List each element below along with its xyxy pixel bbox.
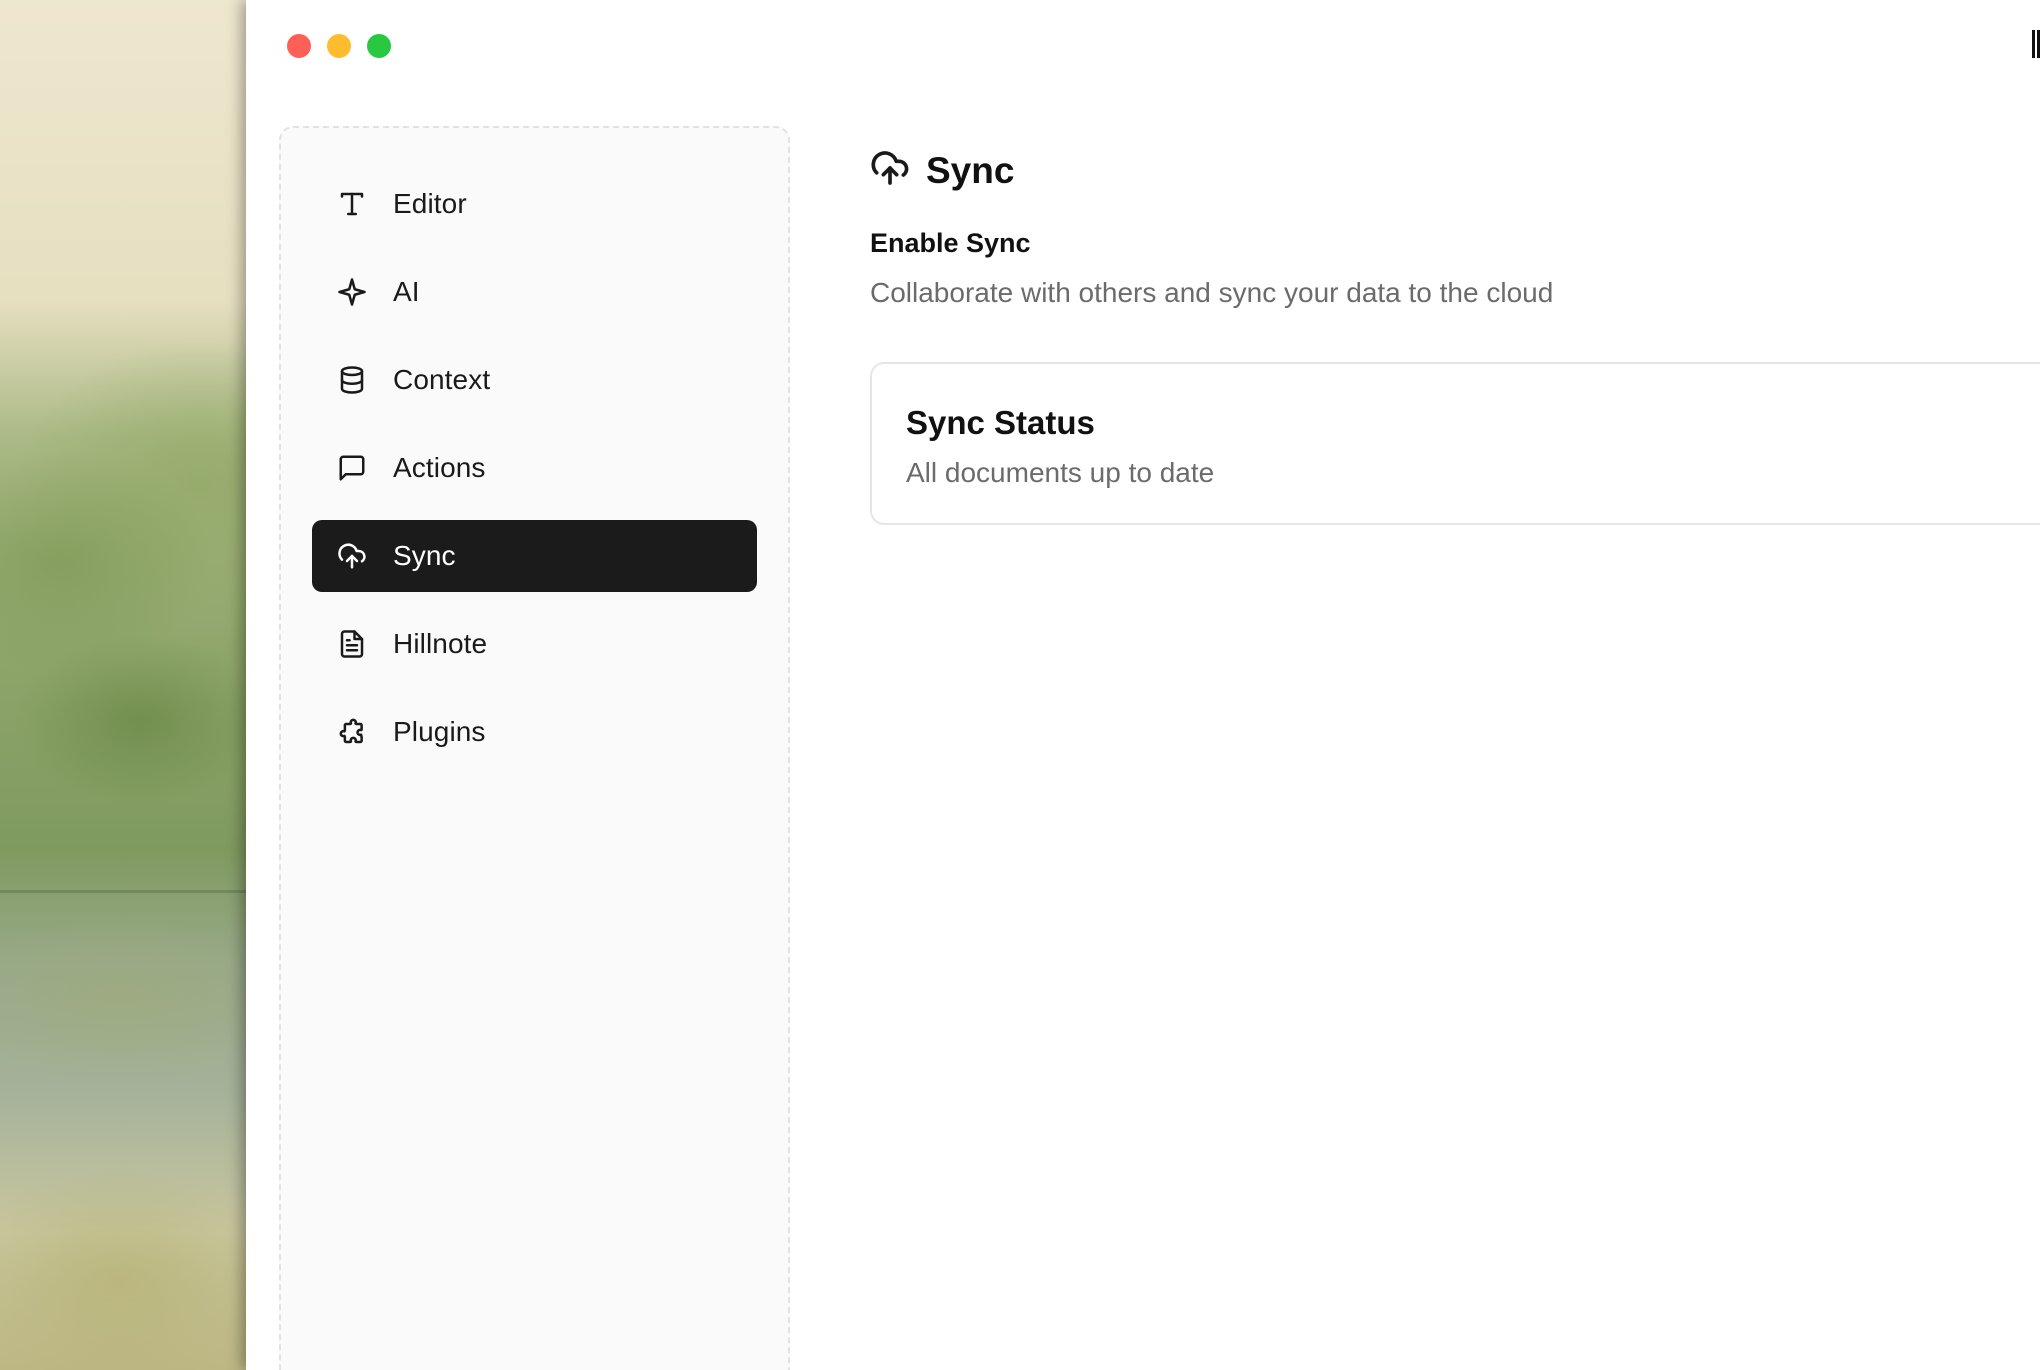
- page-title-text: Sync: [926, 149, 1015, 191]
- close-window-button[interactable]: [287, 34, 311, 58]
- sidebar-item-context[interactable]: Context: [312, 344, 757, 416]
- sidebar-item-plugins[interactable]: Plugins: [312, 696, 757, 768]
- minimize-window-button[interactable]: [327, 34, 351, 58]
- sidebar-item-ai[interactable]: AI: [312, 256, 757, 328]
- page-title: Sync: [870, 148, 1014, 193]
- settings-sidebar: Editor AI Context Actions Sync Hillnote …: [279, 126, 790, 1370]
- sidebar-item-label: Hillnote: [393, 628, 488, 659]
- sparkle-icon: [336, 276, 368, 308]
- message-square-icon: [336, 452, 368, 484]
- text-icon: [336, 188, 368, 220]
- sidebar-item-label: Editor: [393, 188, 467, 219]
- sidebar-item-label: Plugins: [393, 716, 486, 747]
- sync-status-title: Sync Status: [906, 404, 1095, 441]
- sidebar-item-hillnote[interactable]: Hillnote: [312, 608, 757, 680]
- sync-status-card: Sync Status All documents up to date: [870, 362, 2040, 525]
- database-icon: [336, 364, 368, 396]
- file-text-icon: [336, 628, 368, 660]
- sync-status-description: All documents up to date: [906, 457, 1215, 488]
- sidebar-item-editor[interactable]: Editor: [312, 168, 757, 240]
- window-controls: [287, 34, 391, 58]
- sidebar-item-sync[interactable]: Sync: [312, 520, 757, 592]
- puzzle-icon: [336, 716, 368, 748]
- sidebar-item-label: Actions: [393, 452, 486, 483]
- sidebar-item-actions[interactable]: Actions: [312, 432, 757, 504]
- sidebar-item-label: Sync: [393, 540, 456, 571]
- sidebar-item-label: Context: [393, 364, 491, 395]
- zoom-window-button[interactable]: [367, 34, 391, 58]
- settings-content: Sync Enable Sync Collaborate with others…: [870, 0, 2040, 1370]
- sidebar-item-label: AI: [393, 276, 420, 307]
- cloud-upload-icon: [336, 540, 368, 572]
- settings-window: Editor AI Context Actions Sync Hillnote …: [246, 0, 2040, 1370]
- desktop-wallpaper: [0, 0, 246, 1370]
- cloud-upload-icon: [870, 148, 910, 193]
- enable-sync-label: Enable Sync: [870, 228, 1031, 258]
- enable-sync-description: Collaborate with others and sync your da…: [870, 277, 1554, 308]
